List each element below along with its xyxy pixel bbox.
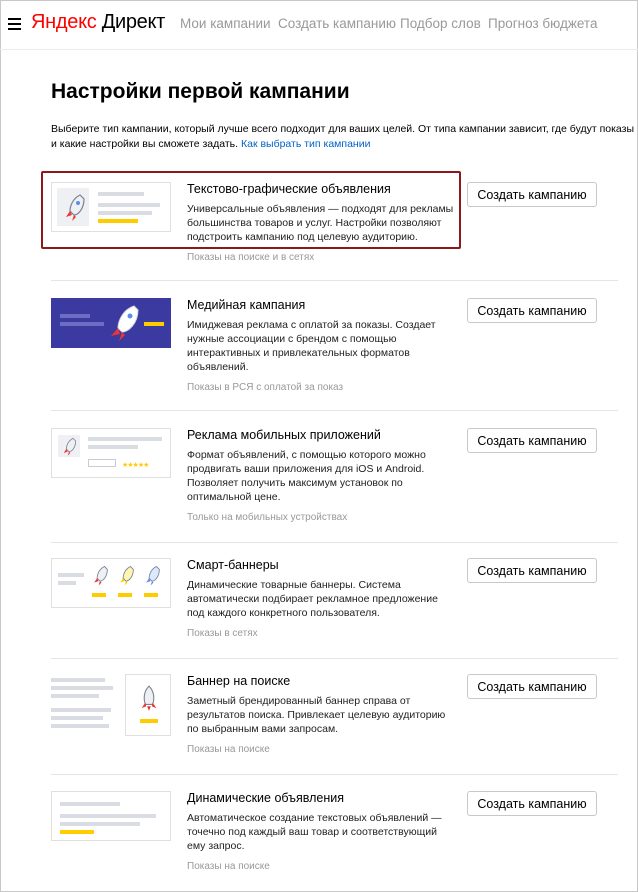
intro-text: Выберите тип кампании, который лучше все… (51, 122, 638, 152)
campaign-meta: Показы в РСЯ с оплатой за показ (187, 382, 344, 393)
smart-banners-illustration (51, 558, 171, 608)
campaign-meta: Показы на поиске и в сетях (187, 252, 315, 263)
divider (51, 410, 618, 411)
rocket-icon (141, 685, 157, 711)
campaign-description: Имиджевая реклама с оплатой за показы. С… (187, 319, 436, 373)
campaign-card-media: Медийная кампания Имиджевая реклама с оп… (51, 298, 618, 408)
campaign-card-search-banner: Баннер на поиске Заметный брендированный… (51, 674, 618, 764)
campaign-title: Реклама мобильных приложений (187, 428, 381, 442)
logo[interactable]: Яндекс Директ (31, 11, 165, 34)
campaign-title: Смарт-баннеры (187, 558, 279, 572)
campaign-meta: Показы в сетях (187, 628, 258, 639)
media-illustration (51, 298, 171, 348)
create-campaign-button[interactable]: Создать кампанию (467, 674, 597, 699)
campaign-description: Автоматическое создание текстовых объявл… (187, 812, 442, 852)
campaign-card-smart-banners: Смарт-баннеры Динамические товарные банн… (51, 558, 618, 648)
nav-my-campaigns[interactable]: Мои кампании (180, 16, 271, 31)
logo-brand: Яндекс (31, 11, 97, 33)
search-banner-illustration (51, 674, 171, 738)
rocket-icon (94, 565, 108, 586)
divider (51, 280, 618, 281)
top-header: Яндекс Директ Мои кампании Создать кампа… (0, 0, 638, 50)
campaign-description: Заметный брендированный баннер справа от… (187, 695, 446, 735)
nav-create-campaign[interactable]: Создать кампанию (278, 16, 396, 31)
campaign-card-dynamic-ads: Динамические объявления Автоматическое с… (51, 791, 618, 881)
mobile-apps-illustration: ★★★★★ (51, 428, 171, 478)
create-campaign-button[interactable]: Создать кампанию (467, 182, 597, 207)
rocket-icon (111, 305, 139, 341)
campaign-card-mobile-apps: ★★★★★ Реклама мобильных приложений Форма… (51, 428, 618, 538)
campaign-title: Баннер на поиске (187, 674, 291, 688)
rocket-icon (146, 565, 160, 586)
rocket-icon (120, 565, 134, 586)
campaign-meta: Только на мобильных устройствах (187, 512, 348, 523)
logo-product: Директ (101, 11, 166, 33)
campaign-description: Формат объявлений, с помощью которого мо… (187, 449, 426, 503)
create-campaign-button[interactable]: Создать кампанию (467, 791, 597, 816)
divider (51, 542, 618, 543)
campaign-description: Универсальные объявления — подходят для … (187, 203, 454, 243)
how-to-choose-link[interactable]: Как выбрать тип кампании (241, 138, 370, 150)
menu-icon[interactable] (8, 18, 21, 30)
divider (51, 774, 618, 775)
page-title: Настройки первой кампании (51, 80, 350, 103)
rocket-icon (63, 437, 77, 456)
dynamic-ads-illustration (51, 791, 171, 841)
campaign-title: Текстово-графические объявления (187, 182, 391, 196)
nav-keyword-selection[interactable]: Подбор слов (400, 16, 481, 31)
campaign-title: Медийная кампания (187, 298, 306, 312)
text-graphic-illustration (51, 182, 171, 232)
create-campaign-button[interactable]: Создать кампанию (467, 558, 597, 583)
divider (51, 658, 618, 659)
rating-stars-icon: ★★★★★ (122, 462, 149, 469)
campaign-title: Динамические объявления (187, 791, 345, 805)
campaign-description: Динамические товарные баннеры. Система а… (187, 579, 438, 619)
nav-budget-forecast[interactable]: Прогноз бюджета (488, 16, 597, 31)
rocket-icon (66, 194, 85, 221)
campaign-meta: Показы на поиске (187, 861, 270, 872)
campaign-meta: Показы на поиске (187, 744, 270, 755)
create-campaign-button[interactable]: Создать кампанию (467, 428, 597, 453)
create-campaign-button[interactable]: Создать кампанию (467, 298, 597, 323)
campaign-card-text-graphic: Текстово-графические объявления Универса… (51, 182, 618, 272)
